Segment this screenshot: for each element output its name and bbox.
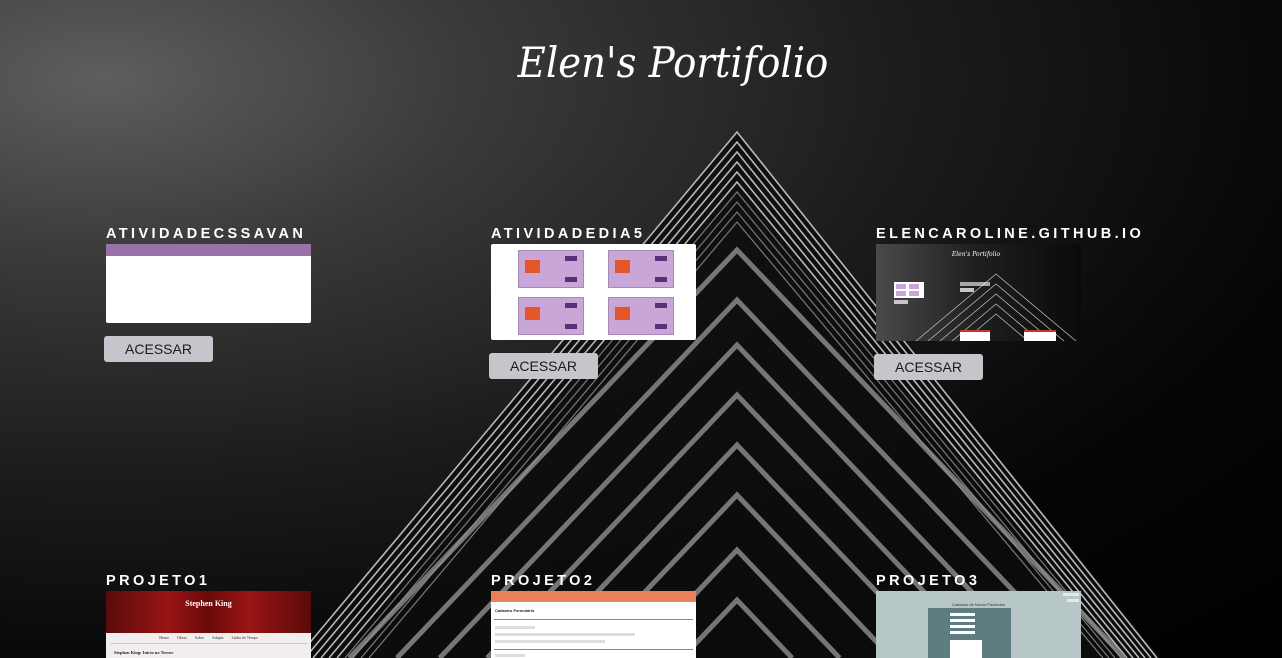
project-card-projeto1: PROJETO1 Stephen King Home Obras Sobre A… (106, 573, 311, 658)
access-button-atividadedia5[interactable]: ACESSAR (489, 353, 598, 379)
project-thumbnail[interactable] (491, 244, 696, 340)
thumbnail-card (608, 250, 674, 288)
thumbnail-banner: Stephen King (106, 591, 311, 633)
thumbnail-heading: Cadastro Formulário (495, 608, 535, 613)
project-title: PROJETO2 (491, 573, 596, 589)
thumbnail-heading: Stephen King (185, 599, 232, 608)
project-card-elencaroline-github-io: ELENCAROLINE.GITHUB.IO Elen's Portifolio (876, 226, 1144, 341)
project-thumbnail[interactable]: Stephen King Home Obras Sobre Adapta Lin… (106, 591, 311, 658)
project-card-projeto3: PROJETO3 Cadastro de Novos Pacientes (876, 573, 1081, 658)
access-button-atividadecssavan[interactable]: ACESSAR (104, 336, 213, 362)
thumbnail-card (608, 297, 674, 335)
thumbnail-card (518, 250, 584, 288)
project-title: ELENCAROLINE.GITHUB.IO (876, 226, 1145, 242)
project-card-atividadecssavan: ATIVIDADECSSAVAN (106, 226, 311, 323)
project-card-atividadedia5: ATIVIDADEDIA5 (491, 226, 696, 340)
project-thumbnail[interactable]: Cadastro de Novos Pacientes (876, 591, 1081, 658)
project-title: PROJETO3 (876, 573, 981, 589)
project-title: ATIVIDADECSSAVAN (106, 226, 307, 242)
access-button-elencaroline-github-io[interactable]: ACESSAR (874, 354, 983, 380)
project-title: PROJETO1 (106, 573, 211, 589)
thumbnail-caption: Stephen King: Início no Terror (114, 650, 174, 655)
thumbnail-nav: Home Obras Sobre Adapta Linha do Tempo (159, 635, 258, 640)
thumbnail-heading: Cadastro de Novos Pacientes (952, 602, 1005, 607)
thumbnail-navbar (106, 244, 311, 256)
thumbnail-card (518, 297, 584, 335)
project-thumbnail[interactable]: Elen's Portifolio (876, 244, 1081, 341)
site-title: Elen's Portifolio (517, 38, 829, 87)
project-thumbnail[interactable]: Cadastro Formulário (491, 591, 696, 658)
project-thumbnail[interactable] (106, 244, 311, 323)
thumbnail-mini-portfolio: Elen's Portifolio (894, 251, 1077, 341)
svg-text:Elen's Portifolio: Elen's Portifolio (951, 251, 1001, 258)
project-title: ATIVIDADEDIA5 (491, 226, 646, 242)
thumbnail-navbar (491, 591, 696, 602)
thumbnail-form (928, 608, 1011, 658)
project-card-projeto2: PROJETO2 Cadastro Formulário (491, 573, 696, 658)
